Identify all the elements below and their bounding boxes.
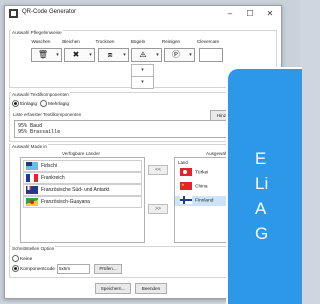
textile-components-list[interactable]: 95% Baud 95% Brassaille [14, 120, 234, 138]
radio-keine-label: Keine [20, 256, 33, 262]
taaf-flag-icon [26, 185, 38, 194]
selected-country-name: China [195, 184, 208, 190]
overlay-text-line: Li [255, 174, 269, 193]
iron-dropdown[interactable]: ▾ [154, 48, 162, 62]
france-flag-icon [26, 173, 38, 182]
radio-einlagig[interactable]: Einlagig [12, 100, 37, 107]
care-group-title: Auswahl Pflegehinweise [11, 30, 63, 35]
exit-button[interactable]: Beenden [135, 283, 167, 294]
finland-flag-icon [180, 196, 192, 204]
selected-country-name: Türkei [195, 170, 209, 176]
minimize-button[interactable]: – [222, 7, 238, 20]
radio-mehrlagig[interactable]: Mehrlagig [40, 100, 69, 107]
iron-extra-select-2[interactable]: ▾ [131, 76, 154, 89]
overlay-text-line: G [255, 224, 269, 243]
maximize-button[interactable]: ☐ [242, 7, 258, 20]
radio-einlagig-label: Einlagig [20, 101, 38, 107]
dry-clean-p-icon[interactable]: Ⓟ [164, 48, 188, 62]
interface-group-title: Schnittstellen Option [11, 246, 56, 251]
textile-group-title: Auswahl Textilkomponenten [11, 92, 70, 97]
wash-dropdown[interactable]: ▾ [54, 48, 62, 62]
radio-keine[interactable]: Keine [12, 255, 32, 262]
textile-entry: 95% Brassaille [18, 129, 61, 135]
close-window-button[interactable]: ✕ [262, 7, 278, 20]
bleach-x-icon[interactable]: ✖ [64, 48, 88, 62]
save-button[interactable]: Speichern... [95, 283, 131, 294]
qr-app-icon [9, 9, 18, 18]
move-left-button[interactable]: << [148, 165, 168, 175]
turkey-flag-icon [180, 168, 192, 176]
available-countries-header: Verfügbare Länder [62, 151, 101, 156]
check-button[interactable]: Prüfen... [94, 264, 122, 274]
overlay-text-line: E [255, 149, 267, 168]
country-row[interactable]: Französische Süd- und Antarkt [23, 184, 142, 196]
country-row[interactable]: Frankreich [23, 172, 142, 184]
code-input[interactable]: 5x5m [57, 264, 90, 274]
made-in-group-title: Auswahl Made in [11, 144, 48, 149]
col-reinigen: Reinigen [161, 39, 181, 44]
country-name: Französische Süd- und Antarkt [41, 187, 110, 193]
tumble-dry-icon[interactable]: ⧈ [98, 48, 122, 62]
iron-icon[interactable]: ⨹ [131, 48, 155, 62]
bleach-dropdown[interactable]: ▾ [87, 48, 95, 62]
col-waschen: Waschen [31, 39, 51, 44]
dry-dropdown[interactable]: ▾ [121, 48, 129, 62]
china-flag-icon: ★ [180, 182, 192, 190]
country-row[interactable]: Fidschi [23, 160, 142, 172]
textile-list-label: Liste erfasster Textilkomponenten [13, 112, 82, 117]
col-buegeln: Bügeln [130, 39, 146, 44]
move-right-button[interactable]: >> [148, 204, 168, 214]
selected-row[interactable]: ★ China [178, 182, 208, 192]
title-bar: QR-Code Generator – ☐ ✕ [5, 6, 281, 22]
available-countries-list[interactable]: Fidschi Frankreich Französische Süd- und… [20, 157, 145, 243]
country-row[interactable]: Französisch-Guayana [23, 196, 142, 208]
radio-komponentcode[interactable]: Komponentcode [12, 265, 55, 272]
radio-komponentcode-label: Komponentcode [20, 266, 55, 272]
selected-row[interactable]: Türkei [178, 168, 208, 178]
overlay-text-line: A [255, 199, 267, 218]
clevercare-icon[interactable] [199, 48, 223, 62]
selected-country-name: Finnland [195, 198, 214, 204]
wash-tub-icon[interactable]: 🗑 [31, 48, 55, 62]
country-name: Fidschi [41, 163, 57, 169]
col-land-header: Land [178, 160, 188, 165]
radio-mehrlagig-label: Mehrlagig [48, 101, 70, 107]
country-name: Französisch-Guayana [41, 199, 90, 205]
window-title: QR-Code Generator [22, 9, 77, 15]
fiji-flag-icon [26, 161, 38, 170]
french-guiana-flag-icon [26, 197, 38, 206]
country-name: Frankreich [41, 175, 65, 181]
info-overlay-panel: E Li A G [226, 67, 302, 304]
col-clevercare: Clevercare [196, 39, 220, 44]
col-trocknen: Trocknen [95, 39, 115, 44]
clean-dropdown[interactable]: ▾ [187, 48, 195, 62]
col-bleichen: Bleichen [62, 39, 80, 44]
